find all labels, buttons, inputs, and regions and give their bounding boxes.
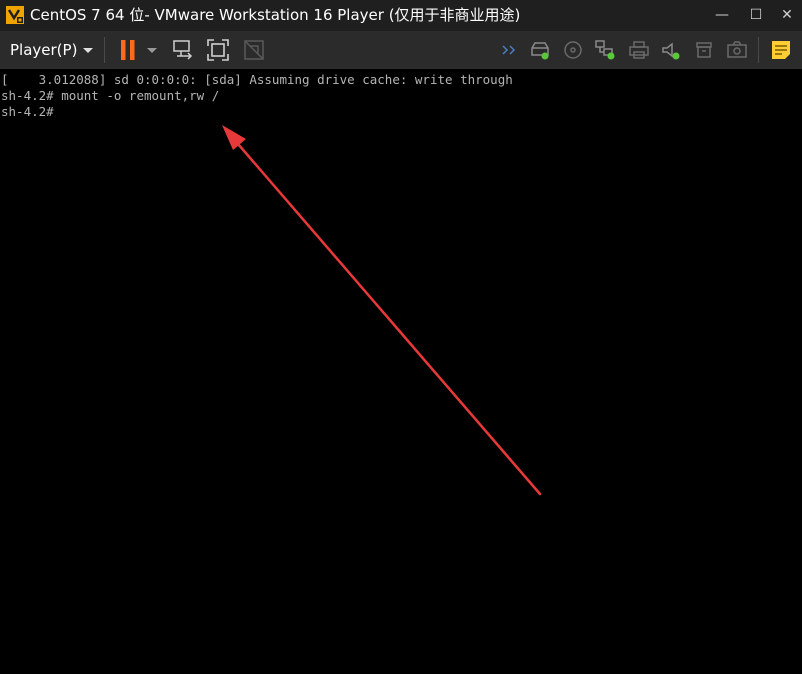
close-button[interactable]: ✕ (770, 0, 802, 31)
vm-console[interactable]: [ 3.012088] sd 0:0:0:0: [sda] Assuming d… (0, 69, 802, 674)
printer-icon[interactable] (627, 38, 651, 62)
message-icon[interactable] (769, 38, 793, 62)
pause-icon[interactable] (117, 38, 141, 62)
title-bar: CentOS 7 64 位- VMware Workstation 16 Pla… (0, 0, 802, 31)
cd-dvd-icon[interactable] (561, 38, 585, 62)
network-icon[interactable] (593, 38, 617, 62)
toolbar-divider (758, 37, 759, 63)
player-menu-label: Player(P) (10, 41, 78, 59)
unity-icon[interactable] (242, 38, 266, 62)
dropdown-caret-icon[interactable] (144, 38, 160, 62)
forward-icon[interactable] (498, 38, 522, 62)
sound-icon[interactable] (659, 38, 683, 62)
hard-disk-icon[interactable] (528, 38, 552, 62)
toolbar-divider (104, 37, 105, 63)
maximize-button[interactable]: ☐ (739, 0, 773, 31)
window-title: CentOS 7 64 位- VMware Workstation 16 Pla… (30, 6, 521, 24)
chevron-down-icon (80, 38, 104, 62)
fullscreen-icon[interactable] (206, 38, 230, 62)
camera-icon[interactable] (725, 38, 749, 62)
player-menu[interactable]: Player(P) (0, 31, 100, 69)
vmware-logo-icon (5, 5, 25, 25)
minimize-button[interactable]: — (705, 0, 739, 31)
toolbar: Player(P) (0, 31, 802, 69)
usb-icon[interactable] (692, 38, 716, 62)
send-ctrl-alt-del-icon[interactable] (171, 38, 195, 62)
annotation-arrow (222, 125, 542, 496)
